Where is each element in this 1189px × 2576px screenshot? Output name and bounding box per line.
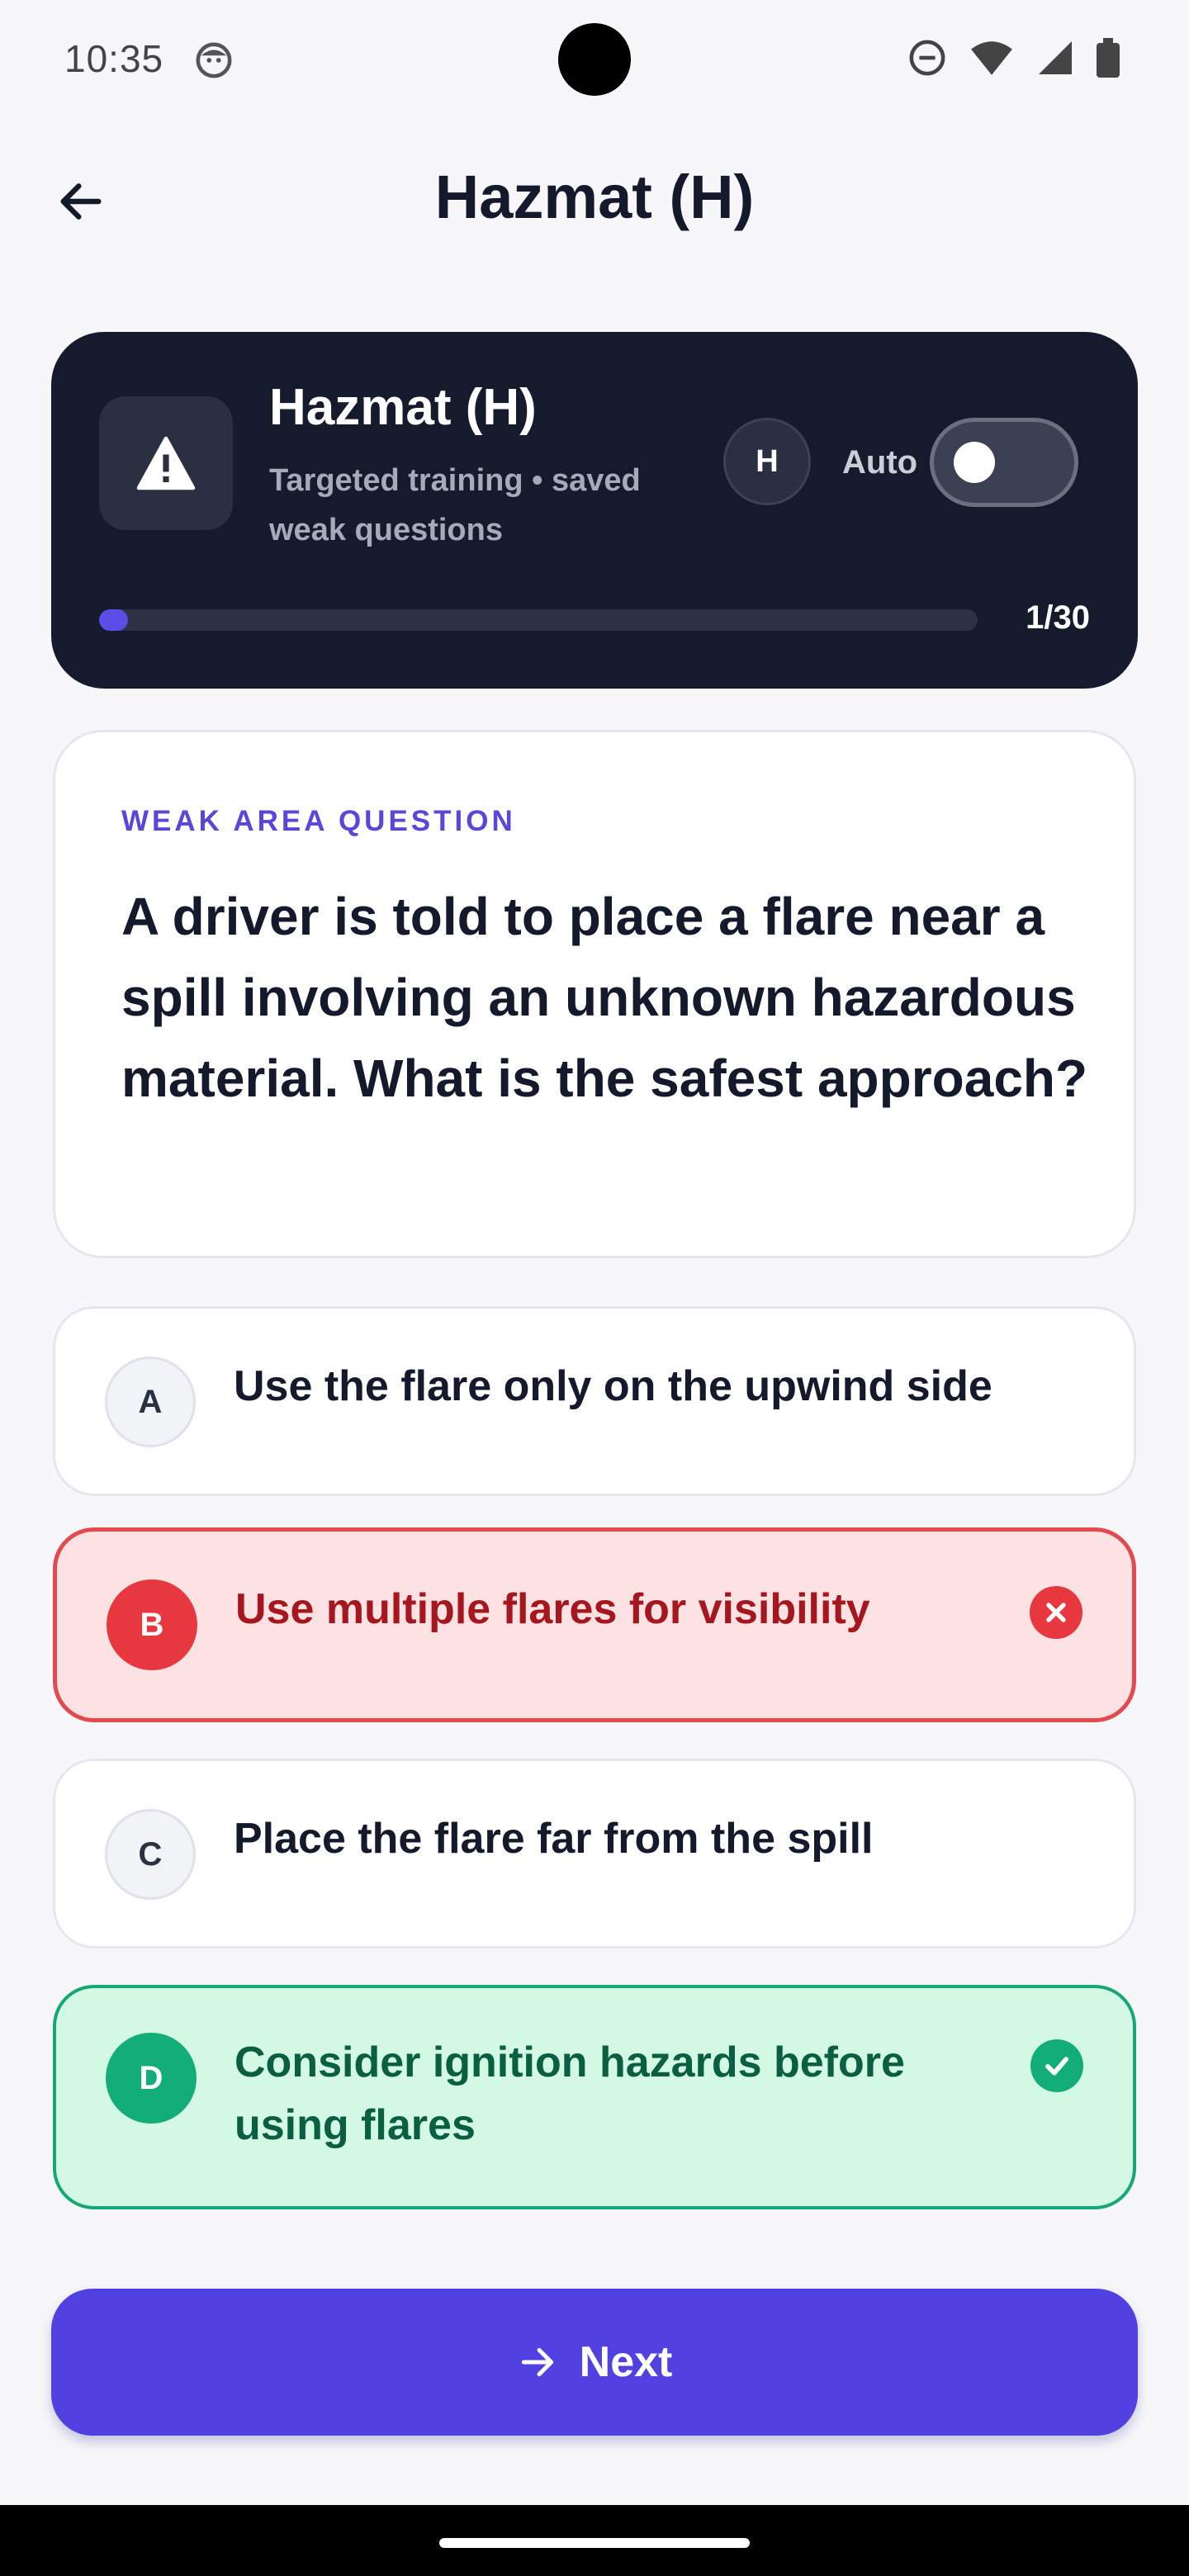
page-title: Hazmat (H) [434, 163, 755, 231]
option-letter: A [105, 1357, 196, 1447]
hero-title: Hazmat (H) [269, 379, 537, 436]
auto-toggle[interactable] [930, 418, 1078, 507]
option-text: Consider ignition hazards before using f… [234, 2039, 905, 2149]
status-icons [908, 38, 1120, 82]
option-d[interactable]: D Consider ignition hazards before using… [53, 1985, 1136, 2209]
progress-count: 1/30 [1026, 599, 1090, 636]
next-label: Next [579, 2338, 673, 2386]
question-text: A driver is told to place a flare near a… [121, 887, 1088, 1108]
hero-subtitle: Targeted training • saved weak questions [269, 463, 641, 547]
wifi-icon [969, 39, 1014, 81]
category-badge: H [723, 418, 811, 505]
toggle-knob [954, 442, 995, 483]
option-b[interactable]: B Use multiple flares for visibility [53, 1527, 1136, 1722]
do-not-disturb-icon [908, 39, 946, 81]
question-card: WEAK AREA QUESTION A driver is told to p… [53, 730, 1136, 1258]
home-gesture-handle[interactable] [439, 2538, 750, 2548]
system-navigation-bar [0, 2505, 1189, 2576]
warning-icon [136, 436, 196, 490]
next-button[interactable]: Next [51, 2289, 1138, 2436]
progress-bar [99, 609, 978, 631]
quiz-screen: 10:35 Hazmat (H) Hazmat (H) Targeted tra… [0, 0, 1189, 2576]
option-text: Place the flare far from the spill [234, 1815, 874, 1863]
topic-hero-card: Hazmat (H) Targeted training • saved wea… [51, 332, 1138, 689]
arrow-right-icon [521, 2347, 553, 2377]
option-letter: B [107, 1579, 197, 1670]
question-kicker: WEAK AREA QUESTION [121, 805, 516, 837]
auto-label: Auto [842, 444, 918, 481]
option-c[interactable]: C Place the flare far from the spill [53, 1759, 1136, 1949]
option-text: Use multiple flares for visibility [235, 1585, 870, 1633]
battery-icon [1097, 38, 1120, 82]
option-letter: D [106, 2033, 197, 2124]
progress-fill [99, 609, 129, 631]
notification-face-icon [195, 41, 233, 79]
hero-icon-container [99, 396, 233, 530]
camera-cutout [558, 23, 631, 96]
status-bar: 10:35 [0, 0, 1189, 124]
option-a[interactable]: A Use the flare only on the upwind side [53, 1306, 1136, 1496]
correct-answer-icon [1030, 2039, 1083, 2092]
option-text: Use the flare only on the upwind side [234, 1362, 992, 1410]
status-time: 10:35 [64, 37, 164, 80]
option-letter: C [105, 1809, 196, 1900]
cellular-signal-icon [1037, 39, 1073, 81]
wrong-answer-icon [1030, 1586, 1082, 1639]
